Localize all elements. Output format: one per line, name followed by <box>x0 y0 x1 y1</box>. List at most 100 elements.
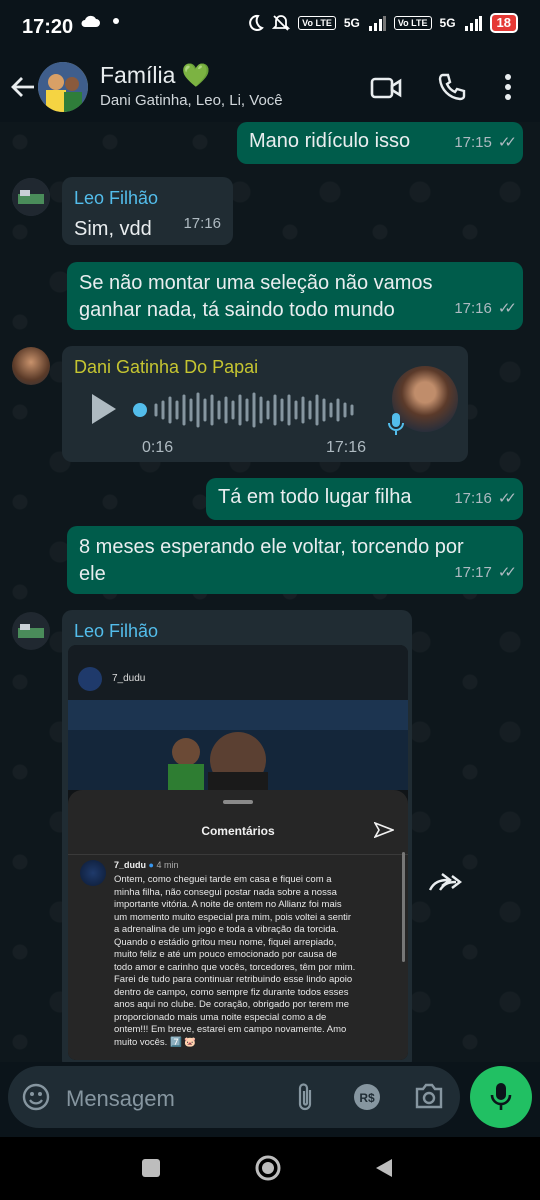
message-time: 17:16 <box>326 439 367 456</box>
system-nav-bar <box>0 1137 540 1200</box>
forward-icon[interactable] <box>428 872 462 894</box>
chat-area[interactable]: Mano ridículo isso 17:15 ✓✓ Leo Filhão Si… <box>0 122 540 1062</box>
message-text-line-1: 8 meses esperando ele voltar, torcendo p… <box>79 536 464 558</box>
comment-username: 7_dudu <box>114 860 147 870</box>
cloud-icon <box>81 15 100 27</box>
more-icon[interactable] <box>503 72 513 102</box>
comment-line: ontem!!! Em breve, estarei em campo nova… <box>114 1024 347 1035</box>
mute-icon <box>272 15 291 31</box>
message-placeholder: Mensagem <box>66 1086 175 1111</box>
message-text-line-2: ganhar nada, tá saindo todo mundo <box>79 299 395 321</box>
message-text: Tá em todo lugar filha <box>218 486 412 508</box>
emoji-icon[interactable] <box>22 1083 50 1111</box>
shared-image[interactable]: 7_dudu Comentários 7_dudu ● 4 min Ontem,… <box>68 645 408 1060</box>
comment-line: minha filha, não consegui postar nada so… <box>114 886 337 898</box>
group-members[interactable]: Dani Gatinha, Leo, Li, Você <box>100 92 283 109</box>
sheet-handle <box>223 800 253 804</box>
sender-avatar[interactable] <box>12 612 50 650</box>
comment-line: muito vocês. 7️⃣ 🐷 <box>114 1036 197 1048</box>
voice-duration: 0:16 <box>142 439 174 456</box>
ig-avatar <box>78 667 102 691</box>
svg-text:R$: R$ <box>359 1091 375 1105</box>
comment-line: todo amor e carinho que vocês, torcedore… <box>114 961 356 973</box>
stadium-photo <box>68 700 408 790</box>
ig-username: 7_dudu <box>112 673 146 684</box>
comment-line: importante vitória. A noite de ontem no … <box>114 899 342 910</box>
mic-icon <box>490 1083 512 1110</box>
comment-text: Ontem, como cheguei tarde em casa e fiqu… <box>114 874 396 1049</box>
recents-icon[interactable] <box>142 1159 160 1177</box>
green-heart-emoji: 💚 <box>181 62 211 88</box>
read-ticks-icon: ✓✓ <box>497 490 517 507</box>
instagram-post-preview: 7_dudu <box>68 645 408 790</box>
message-time: 17:17 <box>454 564 492 581</box>
comment-line: a adrenalina de um jogo e toda a vibraçã… <box>114 924 339 935</box>
comment-line: proporcionado mais uma noite especial co… <box>114 1011 327 1023</box>
message-time: 17:16 <box>454 300 492 317</box>
moon-icon <box>249 14 265 31</box>
composer-bar: Mensagem R$ <box>0 1062 540 1137</box>
message-incoming[interactable]: Leo Filhão Sim, vdd 17:16 <box>62 177 233 245</box>
comment-age: 4 min <box>156 860 179 870</box>
voice-record-button[interactable] <box>470 1066 532 1128</box>
read-ticks-icon: ✓✓ <box>497 134 517 151</box>
message-text-line-2: ele <box>79 563 106 585</box>
phone-icon[interactable] <box>438 72 466 102</box>
status-time: 17:20 <box>22 16 74 38</box>
read-ticks-icon: ✓✓ <box>497 564 517 581</box>
divider <box>68 854 408 855</box>
video-call-icon[interactable] <box>370 72 402 104</box>
mic-icon <box>388 413 404 435</box>
comment-line: Ontem, como cheguei tarde em casa e fiqu… <box>114 874 332 885</box>
verified-icon: ● <box>148 860 154 870</box>
comment-avatar <box>80 860 106 886</box>
attach-icon[interactable] <box>296 1082 316 1112</box>
comment-line: Quando o estádio gritou meu nome, fiquei… <box>114 936 337 948</box>
back-arrow-icon[interactable] <box>10 74 36 100</box>
comment-line: um momento muito especial pra mim, pois … <box>114 911 352 923</box>
message-outgoing[interactable]: Mano ridículo isso 17:15 ✓✓ <box>237 122 523 164</box>
message-text: Mano ridículo isso <box>249 130 411 152</box>
back-nav-icon[interactable] <box>374 1157 394 1179</box>
message-outgoing[interactable]: Se não montar uma seleção não vamos ganh… <box>67 262 523 330</box>
comments-sheet: Comentários 7_dudu ● 4 min Ontem, como c… <box>68 790 408 1060</box>
sender-name[interactable]: Leo Filhão <box>74 185 221 212</box>
volte-badge-2: Vo LTE <box>393 16 432 30</box>
message-outgoing[interactable]: Tá em todo lugar filha 17:16 ✓✓ <box>206 478 523 520</box>
battery-indicator: 18 <box>489 13 518 33</box>
send-icon <box>374 822 394 838</box>
sender-avatar[interactable] <box>12 178 50 216</box>
comment-line: Farei de tudo para continuar retribuindo… <box>114 974 353 985</box>
chat-title-text: Família <box>100 62 176 88</box>
message-time: 17:16 <box>183 215 221 232</box>
comment-line: dentro de campo, como sempre fiz durante… <box>114 986 349 998</box>
chat-header: Família 💚 Dani Gatinha, Leo, Li, Você <box>0 56 540 122</box>
play-icon[interactable] <box>92 394 116 424</box>
sender-avatar[interactable] <box>12 347 50 385</box>
payment-icon[interactable]: R$ <box>353 1083 381 1111</box>
comment-line: anos aqui no clube. De coração, obrigado… <box>114 999 349 1010</box>
chat-title[interactable]: Família 💚 <box>100 62 210 89</box>
message-outgoing[interactable]: 8 meses esperando ele voltar, torcendo p… <box>67 526 523 594</box>
home-icon[interactable] <box>254 1154 282 1182</box>
voice-message[interactable]: Dani Gatinha Do Papai 0:16 17:16 <box>62 346 468 462</box>
signal-icon <box>368 16 386 31</box>
message-time: 17:16 <box>454 490 492 507</box>
network-2: 5G <box>439 16 456 30</box>
status-bar: 17:20 Vo LTE 5G Vo LTE 5G 18 <box>0 0 540 56</box>
camera-icon[interactable] <box>414 1083 444 1109</box>
message-text-line-1: Se não montar uma seleção não vamos <box>79 272 433 294</box>
group-avatar[interactable] <box>38 62 88 112</box>
notification-dot-icon <box>113 18 119 24</box>
waveform[interactable] <box>132 390 364 430</box>
message-text: Sim, vdd <box>74 218 152 240</box>
sender-name[interactable]: Leo Filhão <box>74 618 400 645</box>
comment-line: muito feliz e até um pouco emocionado po… <box>114 949 337 960</box>
volte-badge-1: Vo LTE <box>298 16 336 30</box>
message-time: 17:15 <box>454 134 492 151</box>
network-1: 5G <box>343 16 360 30</box>
signal-icon-2 <box>464 16 482 31</box>
comments-title: Comentários <box>201 824 275 838</box>
message-input[interactable]: Mensagem R$ <box>8 1066 460 1128</box>
comments-scrollbar <box>402 852 405 962</box>
